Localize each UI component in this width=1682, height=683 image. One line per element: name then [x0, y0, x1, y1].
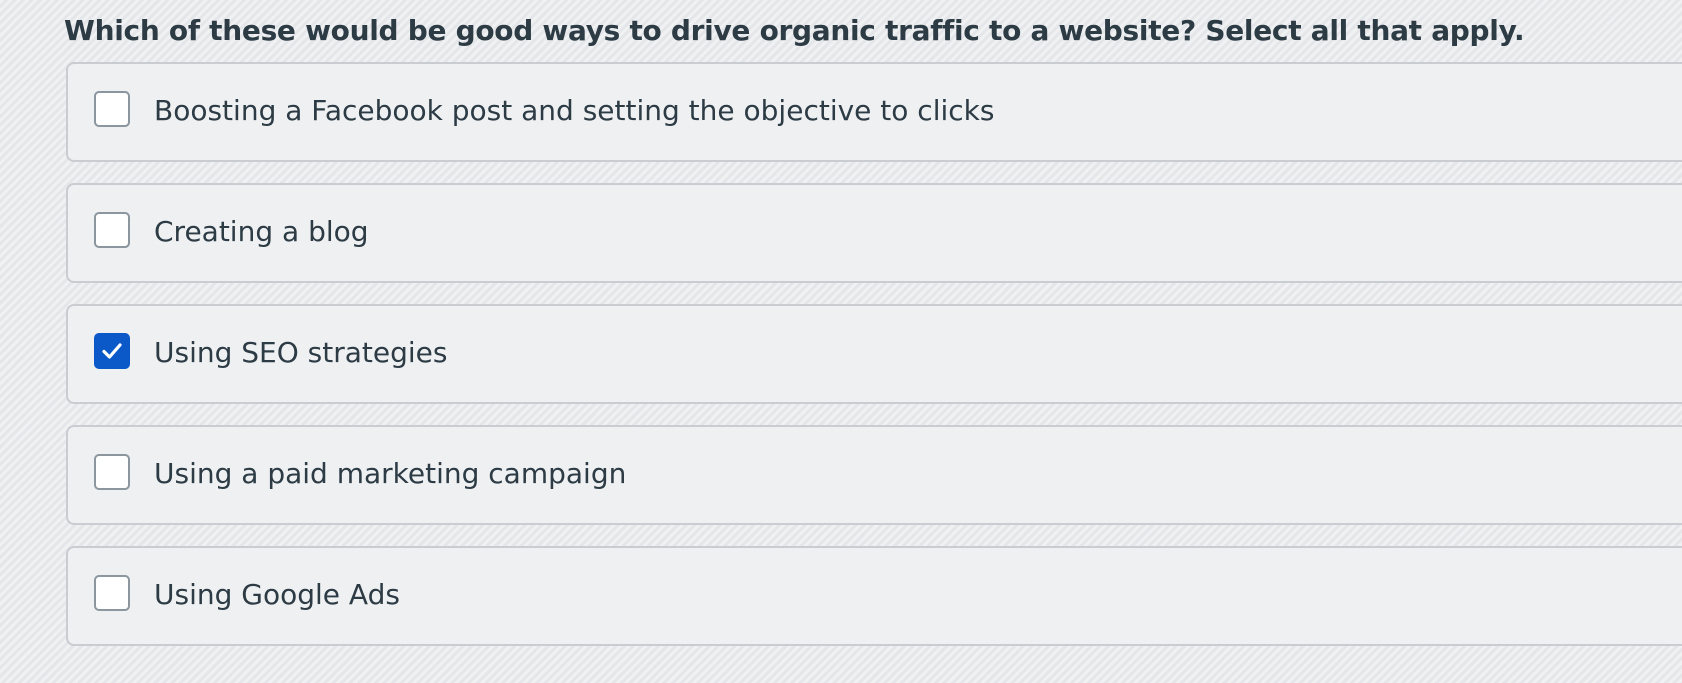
- checkbox-seo[interactable]: [94, 333, 130, 369]
- answer-label: Using SEO strategies: [154, 336, 448, 369]
- answer-options: Boosting a Facebook post and setting the…: [66, 62, 1682, 667]
- answer-option-paid-campaign[interactable]: Using a paid marketing campaign: [66, 425, 1682, 525]
- answer-option-blog[interactable]: Creating a blog: [66, 183, 1682, 283]
- answer-option-facebook-boost[interactable]: Boosting a Facebook post and setting the…: [66, 62, 1682, 162]
- checkmark-icon: [102, 343, 122, 359]
- checkbox-google-ads[interactable]: [94, 575, 130, 611]
- answer-label: Using Google Ads: [154, 578, 400, 611]
- question-text: Which of these would be good ways to dri…: [64, 14, 1525, 47]
- answer-label: Using a paid marketing campaign: [154, 457, 627, 490]
- answer-label: Creating a blog: [154, 215, 369, 248]
- checkbox-paid-campaign[interactable]: [94, 454, 130, 490]
- checkbox-blog[interactable]: [94, 212, 130, 248]
- answer-option-google-ads[interactable]: Using Google Ads: [66, 546, 1682, 646]
- checkbox-facebook-boost[interactable]: [94, 91, 130, 127]
- answer-option-seo[interactable]: Using SEO strategies: [66, 304, 1682, 404]
- answer-label: Boosting a Facebook post and setting the…: [154, 94, 995, 127]
